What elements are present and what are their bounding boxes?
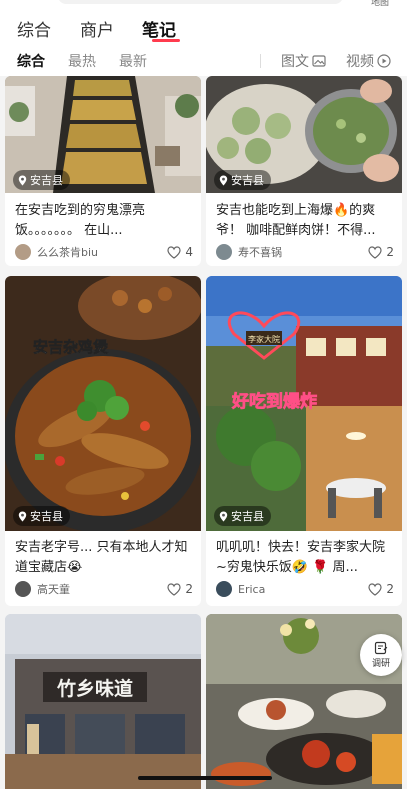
location-label: 安吉县	[231, 174, 264, 187]
author-row: 么么茶肯biu 4	[15, 242, 193, 262]
note-card[interactable]: 安吉县 安吉也能吃到上海爆🔥的爽爷！ 咖啡配鲜肉饼！不得... 寿不喜锅 2	[206, 76, 402, 266]
note-title: 叽叽叽！快去！安吉李家大院~穷鬼快乐饭🤣 🌹 周...	[216, 540, 386, 575]
survey-float-button[interactable]: 调研	[360, 634, 402, 676]
note-cover-image: 竹乡味道	[5, 614, 201, 789]
survey-label: 调研	[371, 659, 390, 669]
overlay-caption: 安吉杂鸡煲	[33, 338, 109, 356]
location-label: 安吉县	[30, 510, 63, 523]
status-area: 地图	[0, 0, 407, 8]
note-card[interactable]: 李家大院 好吃到爆炸 安吉县 叽叽叽！快去！安吉李家大院~穷鬼快乐饭🤣 🌹 周.…	[206, 276, 402, 606]
like-count: 2	[386, 245, 394, 259]
like-button[interactable]: 4	[167, 245, 193, 259]
signboard-text: 竹乡味道	[56, 677, 133, 700]
active-tab-indicator	[152, 39, 180, 42]
avatar[interactable]	[15, 244, 31, 260]
heart-icon	[368, 245, 382, 259]
home-indicator	[138, 776, 272, 780]
filter-video[interactable]: 视频	[346, 51, 391, 71]
note-title: 安吉也能吃到上海爆🔥的爽爷！ 咖啡配鲜肉饼！不得...	[216, 203, 376, 238]
like-count: 2	[386, 582, 394, 596]
note-card[interactable]: 安吉县 在安吉吃到的穷鬼漂亮饭。。。。。。。 在山... 么么茶肯biu 4	[5, 76, 201, 266]
like-count: 4	[185, 245, 193, 259]
note-cover-image: 李家大院 好吃到爆炸	[206, 276, 402, 531]
image-icon	[312, 55, 326, 67]
heart-icon	[368, 582, 382, 596]
author-row: 高天童 2	[15, 579, 193, 599]
search-bar-edge[interactable]	[58, 0, 343, 4]
like-button[interactable]: 2	[167, 582, 193, 596]
divider	[260, 54, 261, 68]
avatar[interactable]	[216, 244, 232, 260]
like-button[interactable]: 2	[368, 582, 394, 596]
location-tag: 安吉县	[13, 170, 70, 190]
note-card[interactable]: 安吉杂鸡煲 安吉县 安吉老字号... 只有本地人才知道宝藏店😭 高天童 2	[5, 276, 201, 606]
location-pin-icon	[18, 511, 27, 521]
author-name[interactable]: 高天童	[37, 581, 167, 597]
author-name[interactable]: Erica	[238, 583, 368, 596]
sort-hottest[interactable]: 最热	[68, 51, 96, 71]
location-tag: 安吉县	[13, 506, 70, 526]
location-pin-icon	[219, 175, 228, 185]
tab-merchants[interactable]: 商户	[80, 16, 114, 41]
location-pin-icon	[219, 511, 228, 521]
location-label: 安吉县	[30, 174, 63, 187]
location-tag: 安吉县	[214, 506, 271, 526]
overlay-caption: 好吃到爆炸	[231, 391, 317, 412]
author-row: 寿不喜锅 2	[216, 242, 394, 262]
like-count: 2	[185, 582, 193, 596]
tab-notes[interactable]: 笔记	[142, 16, 176, 41]
location-label: 安吉县	[231, 510, 264, 523]
sort-newest[interactable]: 最新	[119, 51, 147, 71]
avatar[interactable]	[216, 581, 232, 597]
location-tag: 安吉县	[214, 170, 271, 190]
note-cover-image: 安吉杂鸡煲	[5, 276, 201, 531]
filter-video-label: 视频	[346, 54, 374, 70]
author-row: Erica 2	[216, 579, 394, 599]
edit-note-icon	[374, 641, 388, 655]
avatar[interactable]	[15, 581, 31, 597]
map-label[interactable]: 地图	[371, 0, 389, 8]
heart-icon	[167, 245, 181, 259]
sort-comprehensive[interactable]: 综合	[17, 51, 45, 71]
heart-icon	[167, 582, 181, 596]
filter-image-text-label: 图文	[281, 54, 309, 70]
main-tabs: 综合 商户 笔记	[0, 8, 407, 44]
like-button[interactable]: 2	[368, 245, 394, 259]
filter-image-text[interactable]: 图文	[281, 51, 326, 71]
signboard-text: 李家大院	[248, 334, 280, 344]
location-pin-icon	[18, 175, 27, 185]
sort-bar: 综合 最热 最新 图文 视频	[0, 44, 407, 76]
play-circle-icon	[377, 54, 391, 68]
note-card[interactable]: 竹乡味道	[5, 614, 201, 789]
note-title: 安吉老字号... 只有本地人才知道宝藏店😭	[15, 540, 188, 575]
author-name[interactable]: 寿不喜锅	[238, 244, 368, 260]
note-title: 在安吉吃到的穷鬼漂亮饭。。。。。。。 在山...	[15, 203, 146, 238]
author-name[interactable]: 么么茶肯biu	[37, 244, 167, 260]
tab-comprehensive[interactable]: 综合	[17, 16, 51, 41]
